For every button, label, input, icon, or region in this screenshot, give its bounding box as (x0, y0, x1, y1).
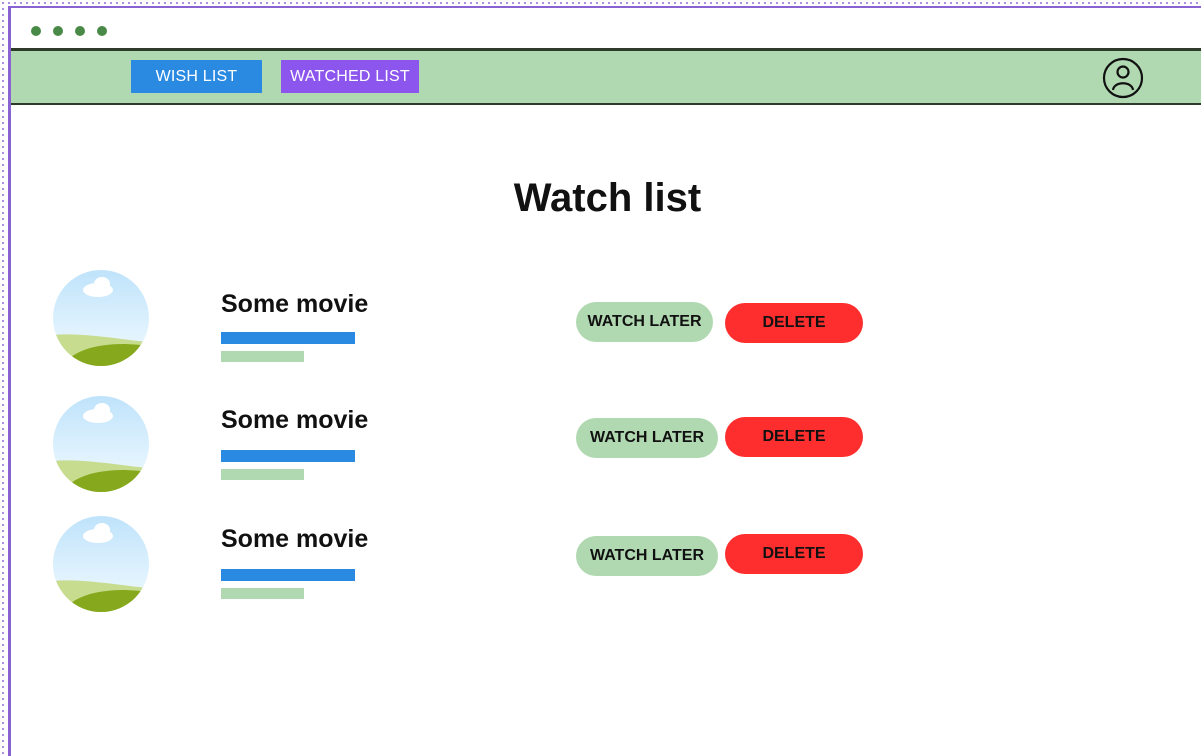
movie-detail-bar-primary (221, 569, 355, 581)
window-controls (31, 26, 107, 36)
landscape-image-icon (53, 396, 149, 492)
movie-detail-bar-primary (221, 450, 355, 462)
frame-left-border (0, 0, 8, 756)
window-dot-icon (75, 26, 85, 36)
page-title: Watch list (513, 176, 702, 220)
watched-list-button[interactable]: WATCHED LIST (281, 60, 419, 93)
nav-bar: WISH LIST WATCHED LIST (11, 51, 1201, 105)
movie-detail-bar-secondary (221, 469, 304, 480)
movie-title: Some movie (221, 525, 369, 553)
delete-button[interactable]: DELETE (725, 303, 863, 343)
watch-later-button[interactable]: WATCH LATER (576, 418, 718, 458)
movie-detail-bar-primary (221, 332, 355, 344)
wish-list-button[interactable]: WISH LIST (131, 60, 262, 93)
delete-button[interactable]: DELETE (725, 534, 863, 574)
movie-title: Some movie (221, 290, 369, 318)
delete-button[interactable]: DELETE (725, 417, 863, 457)
movie-title: Some movie (221, 406, 369, 434)
movie-detail-bar-secondary (221, 351, 304, 362)
window-dot-icon (53, 26, 63, 36)
movie-row: Some movie WATCH LATER DELETE (11, 270, 1201, 370)
browser-window: WISH LIST WATCHED LIST Watch list Some m… (8, 6, 1201, 756)
window-dot-icon (97, 26, 107, 36)
movie-row: Some movie WATCH LATER DELETE (11, 516, 1201, 616)
landscape-image-icon (53, 270, 149, 366)
watch-later-button[interactable]: WATCH LATER (576, 302, 713, 342)
window-dot-icon (31, 26, 41, 36)
landscape-image-icon (53, 516, 149, 612)
watch-later-button[interactable]: WATCH LATER (576, 536, 718, 576)
movie-detail-bar-secondary (221, 588, 304, 599)
movie-row: Some movie WATCH LATER DELETE (11, 396, 1201, 496)
user-circle-icon[interactable] (1102, 57, 1144, 99)
window-titlebar (11, 8, 1201, 48)
